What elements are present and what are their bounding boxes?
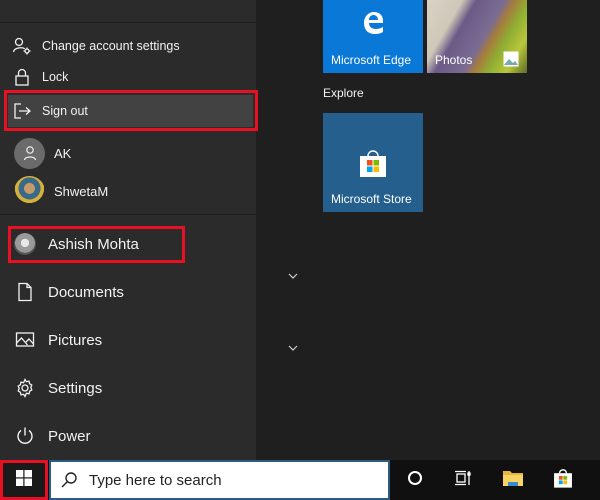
user-name: ShwetaM [54,183,109,199]
pictures-label: Pictures [48,331,103,349]
document-icon [14,281,36,303]
change-account-settings-item[interactable]: Change account settings [0,34,256,58]
search-box[interactable]: Type here to search [49,460,390,500]
tiles-area: Microsoft Edge Photos Explore Microsoft … [256,0,600,460]
tile-microsoft-edge[interactable]: Microsoft Edge [323,0,423,73]
sign-out-icon [11,100,33,122]
group-label-explore: Explore [323,86,364,100]
taskbar: Type here to search [0,460,600,500]
file-explorer-button[interactable] [489,460,537,500]
switch-user-shwetam[interactable]: ShwetaM [0,175,256,207]
power-label: Power [48,427,91,445]
nav-pictures[interactable]: Pictures [0,316,256,364]
search-icon [59,470,79,490]
account-settings-icon [11,35,33,57]
store-icon [357,147,389,179]
search-placeholder: Type here to search [89,471,222,489]
lock-label: Lock [42,70,69,84]
file-explorer-icon [502,469,524,492]
lock-item[interactable]: Lock [0,65,256,89]
current-user-name: Ashish Mohta [48,235,139,253]
switch-user-ak[interactable]: AK [0,137,256,169]
current-user-item[interactable]: Ashish Mohta [0,220,256,268]
store-icon [552,467,574,494]
tile-label: Photos [435,53,473,67]
cortana-button[interactable] [391,460,439,500]
tile-photos[interactable]: Photos [427,0,527,73]
top-strip [0,0,256,23]
sign-out-label: Sign out [42,104,88,118]
chevron-down-icon[interactable] [286,343,300,353]
divider [0,214,256,215]
nav-documents[interactable]: Documents [0,268,256,316]
cortana-icon [407,470,423,491]
nav-power[interactable]: Power [0,412,256,460]
windows-logo-icon [16,469,32,491]
avatar [14,137,45,169]
lock-icon [11,66,33,88]
tile-label: Microsoft Store [331,192,412,206]
edge-icon [359,8,387,36]
sign-out-item[interactable]: Sign out [8,95,253,127]
photos-icon [503,51,519,67]
nav-settings[interactable]: Settings [0,364,256,412]
avatar [14,175,45,207]
power-icon [14,425,36,447]
chevron-down-icon[interactable] [286,271,300,281]
tile-microsoft-store[interactable]: Microsoft Store [323,113,423,212]
screen: Change account settings Lock Sign out AK… [0,0,600,500]
user-avatar [14,233,36,255]
tile-label: Microsoft Edge [331,53,412,67]
gear-icon [14,377,36,399]
store-taskbar-button[interactable] [539,460,587,500]
task-view-button[interactable] [439,460,487,500]
settings-label: Settings [48,379,103,397]
documents-label: Documents [48,283,124,301]
pictures-icon [14,329,36,351]
task-view-icon [454,470,472,491]
user-name: AK [54,145,72,161]
change-account-settings-label: Change account settings [42,39,180,53]
start-menu-left-panel: Change account settings Lock Sign out AK… [0,0,256,460]
start-button[interactable] [0,460,48,500]
